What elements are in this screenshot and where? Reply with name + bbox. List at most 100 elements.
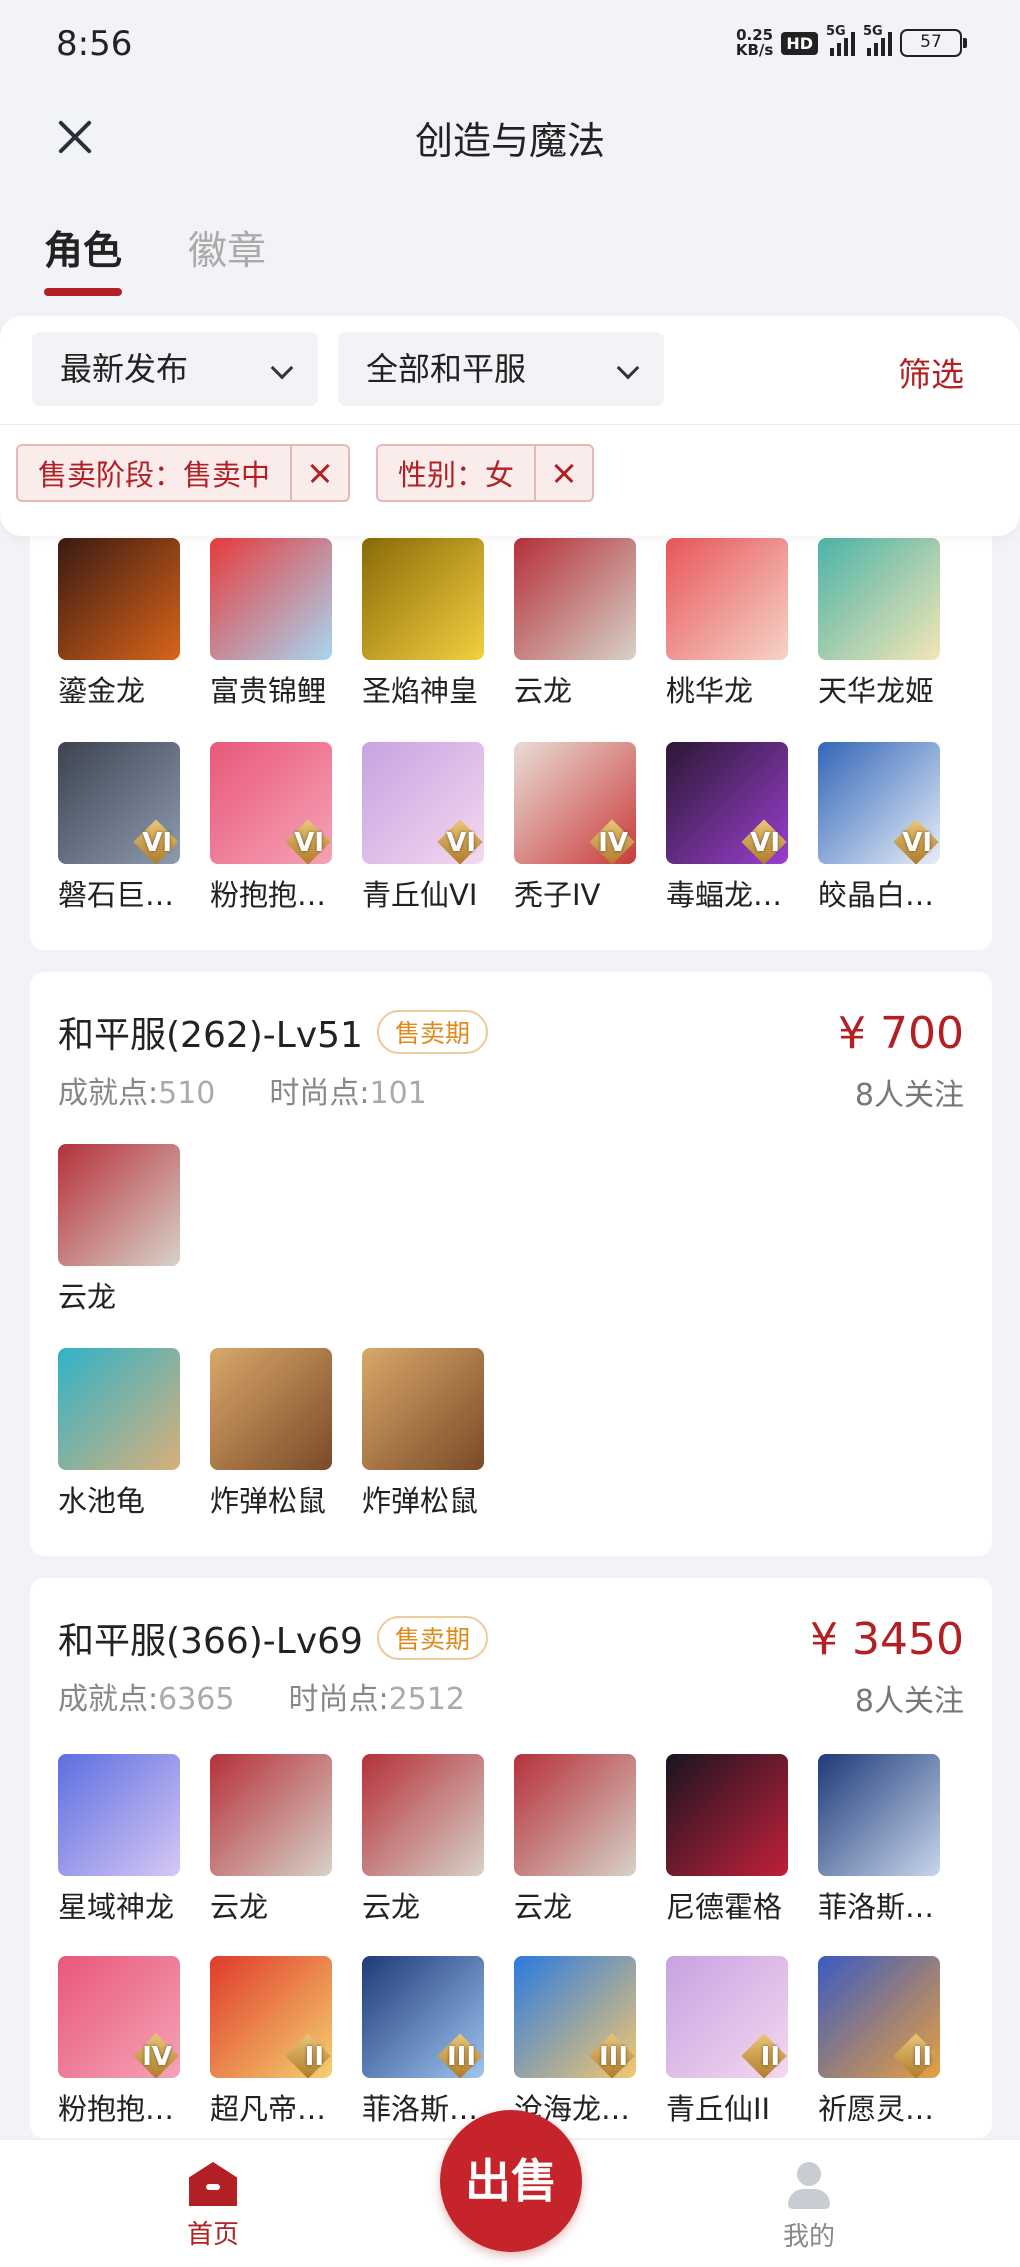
item-tile: IV 粉抱抱…	[58, 1956, 180, 2138]
rank-label: VI	[446, 828, 476, 858]
item-thumbnail: II	[666, 1956, 788, 2078]
item-row: 水池龟 炸弹松鼠 炸弹松鼠	[58, 1348, 484, 1548]
app-header: 创造与魔法	[0, 90, 1020, 200]
item-thumbnail: IV	[58, 1956, 180, 2078]
rank-label: II	[760, 2042, 780, 2072]
rank-label: IV	[598, 828, 628, 858]
divider	[0, 424, 1020, 425]
fashion-value: 101	[369, 1076, 427, 1111]
item-thumbnail	[514, 1754, 636, 1876]
item-name: 粉抱抱…	[210, 878, 327, 912]
item-name: 云龙	[210, 1890, 269, 1924]
server-dropdown[interactable]: 全部和平服	[338, 332, 664, 406]
filter-panel: 最新发布 全部和平服 筛选 售卖阶段：售卖中 性别：女	[0, 316, 1020, 536]
fashion-label: 时尚点:	[269, 1076, 370, 1111]
item-tile: 云龙	[514, 538, 636, 738]
item-thumbnail	[514, 538, 636, 660]
item-row: 鎏金龙 富贵锦鲤 圣焰神皇 云龙 桃华龙 天华龙姬	[58, 538, 940, 738]
sort-dropdown[interactable]: 最新发布	[32, 332, 318, 406]
rank-label: VI	[902, 828, 932, 858]
nav-me-label: 我的	[782, 2222, 835, 2252]
listing-card[interactable]: 和平服(262)-Lv51 售卖期 成就点:510 时尚点:101 ¥ 700 …	[30, 972, 992, 1556]
item-name: 祈愿灵…	[818, 2092, 935, 2126]
bottom-nav: 首页 出售 我的	[0, 2110, 1020, 2267]
sell-button[interactable]: 出售	[440, 2110, 582, 2252]
item-thumbnail: VI	[58, 742, 180, 864]
status-icons: 0.25 KB/s HD 5G 5G 57	[736, 24, 967, 58]
rank-label: VI	[750, 828, 780, 858]
listing-card[interactable]: 鎏金龙 富贵锦鲤 圣焰神皇 云龙 桃华龙 天华龙姬 VI 磐石巨… VI 粉抱抱… …	[30, 470, 992, 950]
item-tile: 菲洛斯…	[818, 1754, 940, 1954]
item-name: 磐石巨…	[58, 878, 175, 912]
item-name: 炸弹松鼠	[210, 1484, 327, 1518]
sale-status-badge: 售卖期	[376, 1010, 488, 1054]
item-thumbnail: III	[362, 1956, 484, 2078]
filter-chip-label: 性别：女	[398, 458, 515, 492]
item-thumbnail	[58, 1144, 180, 1266]
rank-label: VI	[294, 828, 324, 858]
item-tile: 云龙	[514, 1754, 636, 1954]
network-speed: 0.25 KB/s	[736, 28, 773, 58]
nav-me[interactable]: 我的	[776, 2162, 842, 2253]
fashion-value: 2512	[388, 1682, 465, 1717]
item-name: 天华龙姬	[818, 674, 935, 708]
item-tile: 云龙	[58, 1144, 180, 1344]
achievement-value: 510	[158, 1076, 216, 1111]
signal-icon-sim2: 5G	[863, 24, 892, 56]
item-tile: 桃华龙	[666, 538, 788, 738]
item-tile: 星域神龙	[58, 1754, 180, 1954]
item-thumbnail	[362, 1348, 484, 1470]
item-tile: 炸弹松鼠	[362, 1348, 484, 1548]
remove-chip-icon[interactable]	[534, 446, 592, 500]
tab-role[interactable]: 角色	[44, 220, 123, 296]
listing-stats: 成就点:6365 时尚点:2512	[58, 1674, 465, 1718]
chevron-down-icon	[616, 356, 640, 380]
item-thumbnail	[666, 538, 788, 660]
achievement-label: 成就点:	[58, 1076, 159, 1111]
item-name: 炸弹松鼠	[362, 1484, 479, 1518]
item-tile: II 祈愿灵…	[818, 1956, 940, 2138]
item-tile: II 超凡帝…	[210, 1956, 332, 2138]
item-name: 青丘仙VI	[362, 878, 478, 912]
item-thumbnail	[58, 538, 180, 660]
item-name: 桃华龙	[666, 674, 754, 708]
item-tile: 云龙	[362, 1754, 484, 1954]
filter-button[interactable]: 筛选	[898, 348, 964, 396]
rank-label: III	[446, 2042, 476, 2072]
rank-label: II	[912, 2042, 932, 2072]
item-thumbnail: II	[818, 1956, 940, 2078]
item-name: 超凡帝…	[210, 2092, 327, 2126]
item-thumbnail: VI	[210, 742, 332, 864]
item-thumbnail	[362, 538, 484, 660]
nav-home[interactable]: 首页	[180, 2162, 246, 2251]
listing-server-level: 和平服(366)-Lv69	[58, 1621, 363, 1662]
follower-count: 8人关注	[854, 1078, 964, 1113]
item-thumbnail: IV	[514, 742, 636, 864]
tab-badge[interactable]: 徽章	[188, 220, 266, 296]
item-thumbnail	[210, 1754, 332, 1876]
nav-home-label: 首页	[186, 2220, 239, 2250]
achievement-label: 成就点:	[58, 1682, 159, 1717]
rank-label: III	[598, 2042, 628, 2072]
item-tile: VI 毒蝠龙…	[666, 742, 788, 942]
listing-card[interactable]: 和平服(366)-Lv69 售卖期 成就点:6365 时尚点:2512 ¥ 34…	[30, 1578, 992, 2138]
status-bar: 8:56 0.25 KB/s HD 5G 5G 57	[0, 0, 1020, 90]
network-type-label-2: 5G	[863, 24, 883, 39]
listing-title: 和平服(262)-Lv51 售卖期	[58, 1006, 488, 1058]
follower-count: 8人关注	[854, 1684, 964, 1719]
battery-icon: 57	[900, 29, 967, 57]
listing-stats: 成就点:510 时尚点:101	[58, 1068, 427, 1112]
item-tile: VI 磐石巨…	[58, 742, 180, 942]
item-name: 圣焰神皇	[362, 674, 479, 708]
item-name: 水池龟	[58, 1484, 146, 1518]
rank-label: VI	[142, 828, 172, 858]
item-thumbnail	[210, 538, 332, 660]
filter-chip-sale-stage: 售卖阶段：售卖中	[16, 444, 351, 502]
fashion-points: 时尚点:2512	[288, 1674, 464, 1718]
item-name: 云龙	[362, 1890, 421, 1924]
remove-chip-icon[interactable]	[290, 446, 348, 500]
item-tile: VI 青丘仙VI	[362, 742, 484, 942]
page-title: 创造与魔法	[414, 119, 605, 163]
item-name: 粉抱抱…	[58, 2092, 175, 2126]
item-tile: 富贵锦鲤	[210, 538, 332, 738]
